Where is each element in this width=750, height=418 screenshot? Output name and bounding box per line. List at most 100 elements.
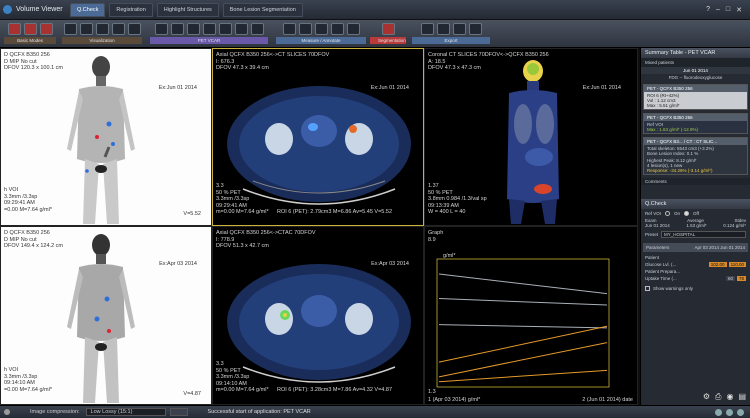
vcar-icon[interactable] — [186, 23, 200, 35]
status-icon[interactable] — [726, 408, 733, 416]
minimize-icon[interactable]: – — [716, 6, 720, 14]
tab-bone-lesion-segmentation[interactable]: Bone Lesion Segmentation — [222, 2, 303, 17]
right-panel: Summary Table - PET VCAR Mixed patients … — [640, 48, 750, 405]
camera-icon[interactable] — [452, 23, 466, 35]
mip-top-info: D QCFX B350 256 D MIP No cut DFOV 120.3 … — [4, 52, 63, 71]
text-tool-icon[interactable] — [346, 23, 360, 35]
summary-row-ct[interactable]: PET - QCFX B3... / CT : CT SLIC... Total… — [643, 137, 748, 175]
mip-bottom-bottom-info: h VOI 3.3mm /3.3sp 09:14:10 AM =0.00 M=7… — [4, 367, 53, 393]
mip-bottom-value: V=4.87 — [183, 391, 201, 397]
radio-on-icon[interactable] — [665, 211, 671, 216]
axial-top-date: Ex:Jun 01 2014 — [370, 85, 409, 91]
mip-bottom-date: Ex:Apr 03 2014 — [159, 261, 197, 267]
status-message: Successful start of application: PET VCA… — [207, 409, 311, 415]
layout-icon[interactable] — [79, 23, 93, 35]
layout-icon[interactable] — [111, 23, 125, 35]
ellipse-tool-icon[interactable] — [330, 23, 344, 35]
axial-bottom-bottom-info: 3.3 50 % PET 3.3mm /3.3sp 09:14:10 AM m=… — [216, 361, 269, 393]
graph-series-line-2 — [438, 298, 608, 306]
axial-top-info: Axial QCFX B350 256<->CT SLICES 70DFOV I… — [216, 52, 330, 71]
patient-prep-row[interactable]: Patient Prepara... — [641, 268, 750, 275]
axial-bottom-roi: ROI 6 (PET): 3.28cm3 M=7.86 Av=4.32 V=4.… — [277, 387, 393, 393]
vcar-icon[interactable] — [218, 23, 232, 35]
viewport-axial-top[interactable]: Axial QCFX B350 256<->CT SLICES 70DFOV I… — [212, 48, 424, 226]
mip-bottom-info: D QCFX B350 256 D MIP No cut DFOV 149.4 … — [4, 230, 63, 249]
qcheck-header[interactable]: Q.Check — [641, 199, 750, 209]
graph-series-line-4 — [438, 325, 608, 363]
mode-icon[interactable] — [7, 23, 21, 35]
preset-row: Preset MY_HOSPITAL — [641, 228, 750, 241]
uptake-value-2[interactable]: 78 — [736, 276, 746, 281]
fit-icon[interactable] — [169, 408, 188, 416]
film-icon[interactable] — [468, 23, 482, 35]
toolbar-label-measure-annotate[interactable]: Measure / Annotate — [276, 37, 366, 44]
status-icon[interactable] — [715, 408, 722, 416]
vcar-icon[interactable] — [234, 23, 248, 35]
graph-x-end: 2 (Jun 01 2014) date — [582, 397, 633, 403]
warnings-checkbox[interactable] — [645, 286, 650, 291]
close-icon[interactable]: ✕ — [736, 6, 742, 14]
summary-date: Jun 01 2014 — [641, 67, 750, 74]
toolbar-label-export[interactable]: Export — [412, 37, 490, 44]
viewer-grid: D QCFX B350 256 D MIP No cut DFOV 120.3 … — [0, 48, 638, 405]
vcar-icon[interactable] — [202, 23, 216, 35]
app-window: Volume Viewer Q.Check Registration Highl… — [0, 0, 750, 418]
tab-highlight-structures[interactable]: Highlight Structures — [156, 2, 219, 17]
help-icon[interactable]: ? — [706, 6, 710, 14]
comments-toggle[interactable]: Comments — [641, 178, 750, 185]
toolbar-label-visualization[interactable]: Visualization — [62, 37, 142, 44]
status-light-icon — [4, 409, 10, 415]
tab-qcheck[interactable]: Q.Check — [70, 2, 106, 17]
radio-off-icon[interactable] — [684, 211, 690, 216]
angle-tool-icon[interactable] — [298, 23, 312, 35]
axial-top-roi: ROI 6 (PET): 2.79cm3 M=6.86 Av=5.45 V=5.… — [277, 209, 393, 215]
rectangle-tool-icon[interactable] — [314, 23, 328, 35]
mip-top-date: Ex:Jun 01 2014 — [158, 85, 197, 91]
line-tool-icon[interactable] — [282, 23, 296, 35]
toolbar-label-pet-vcar[interactable]: PET VCAR — [150, 37, 268, 44]
compression-select[interactable]: Low Lossy (15:1) — [85, 408, 166, 416]
status-icon[interactable] — [737, 408, 744, 416]
layout-icon[interactable] — [127, 23, 141, 35]
print-icon[interactable] — [436, 23, 450, 35]
vcar-icon[interactable] — [154, 23, 168, 35]
parameters-header[interactable]: Parameters Apr 03 2014 Jun 01 2014 — [643, 243, 748, 252]
toolbar-group-pet-vcar: PET VCAR — [150, 23, 268, 45]
viewport-coronal[interactable]: Coronal CT SLICES 70DFOV<->QCFX B350 256… — [424, 48, 638, 226]
viewport-mip-top[interactable]: D QCFX B350 256 D MIP No cut DFOV 120.3 … — [0, 48, 212, 226]
viewport-axial-bottom[interactable]: Axial QCFX B350 256<->CTAC 70DFOV I: 778… — [212, 226, 424, 405]
toolbar-group-export: Export — [412, 23, 490, 45]
settings-icon[interactable]: ⚙ — [703, 392, 710, 402]
layout-icon[interactable] — [95, 23, 109, 35]
mode-icon[interactable] — [23, 23, 37, 35]
print-icon[interactable]: ⎙ — [715, 392, 721, 402]
patient-row[interactable]: Patient — [641, 254, 750, 261]
mode-icon[interactable] — [39, 23, 53, 35]
toolbar-label-segmentation[interactable]: Segmentation — [370, 37, 406, 44]
graph-plot-area — [436, 258, 610, 388]
viewport-mip-bottom[interactable]: D QCFX B350 256 D MIP No cut DFOV 149.4 … — [0, 226, 212, 405]
axial-bottom-info: Axial QCFX B350 256<->CTAC 70DFOV I: 778… — [216, 230, 316, 249]
save-icon[interactable] — [420, 23, 434, 35]
toolbar-label-basic-modes[interactable]: Basic Modes — [4, 37, 56, 44]
maximize-icon[interactable]: □ — [726, 6, 730, 14]
viewport-graph[interactable]: Graph 8.9 g/ml* 1.3 1 (Apr 03 2014) g/ml… — [424, 226, 638, 405]
compression-label: Image compression: — [30, 409, 80, 415]
coronal-date: Ex:Jun 01 2014 — [582, 85, 621, 91]
film-icon[interactable]: ▤ — [738, 392, 746, 402]
tab-registration[interactable]: Registration — [109, 2, 153, 17]
summary-row-roi[interactable]: PET - QCFX B350 256 ROI 6 (Rt~42%) Vol :… — [643, 84, 748, 110]
summary-table-header[interactable]: Summary Table - PET VCAR — [641, 48, 750, 58]
segmentation-icon[interactable] — [381, 23, 395, 35]
glucose-value-2[interactable]: 110.00 — [728, 262, 746, 267]
uptake-value-1[interactable]: 60 — [725, 276, 735, 281]
layout-icon[interactable] — [63, 23, 77, 35]
vcar-icon[interactable] — [170, 23, 184, 35]
glucose-value-1[interactable]: 102.00 — [708, 262, 727, 267]
preset-select[interactable]: MY_HOSPITAL — [661, 231, 746, 238]
summary-row-ref-voi[interactable]: PET - QCFX B350 256 Ref VOI Max : 1.63 g… — [643, 113, 748, 134]
graph-chart — [436, 258, 610, 388]
camera-icon[interactable]: ◉ — [726, 392, 733, 402]
vcar-icon[interactable] — [250, 23, 264, 35]
mixed-patients: Mixed patients — [641, 58, 750, 67]
